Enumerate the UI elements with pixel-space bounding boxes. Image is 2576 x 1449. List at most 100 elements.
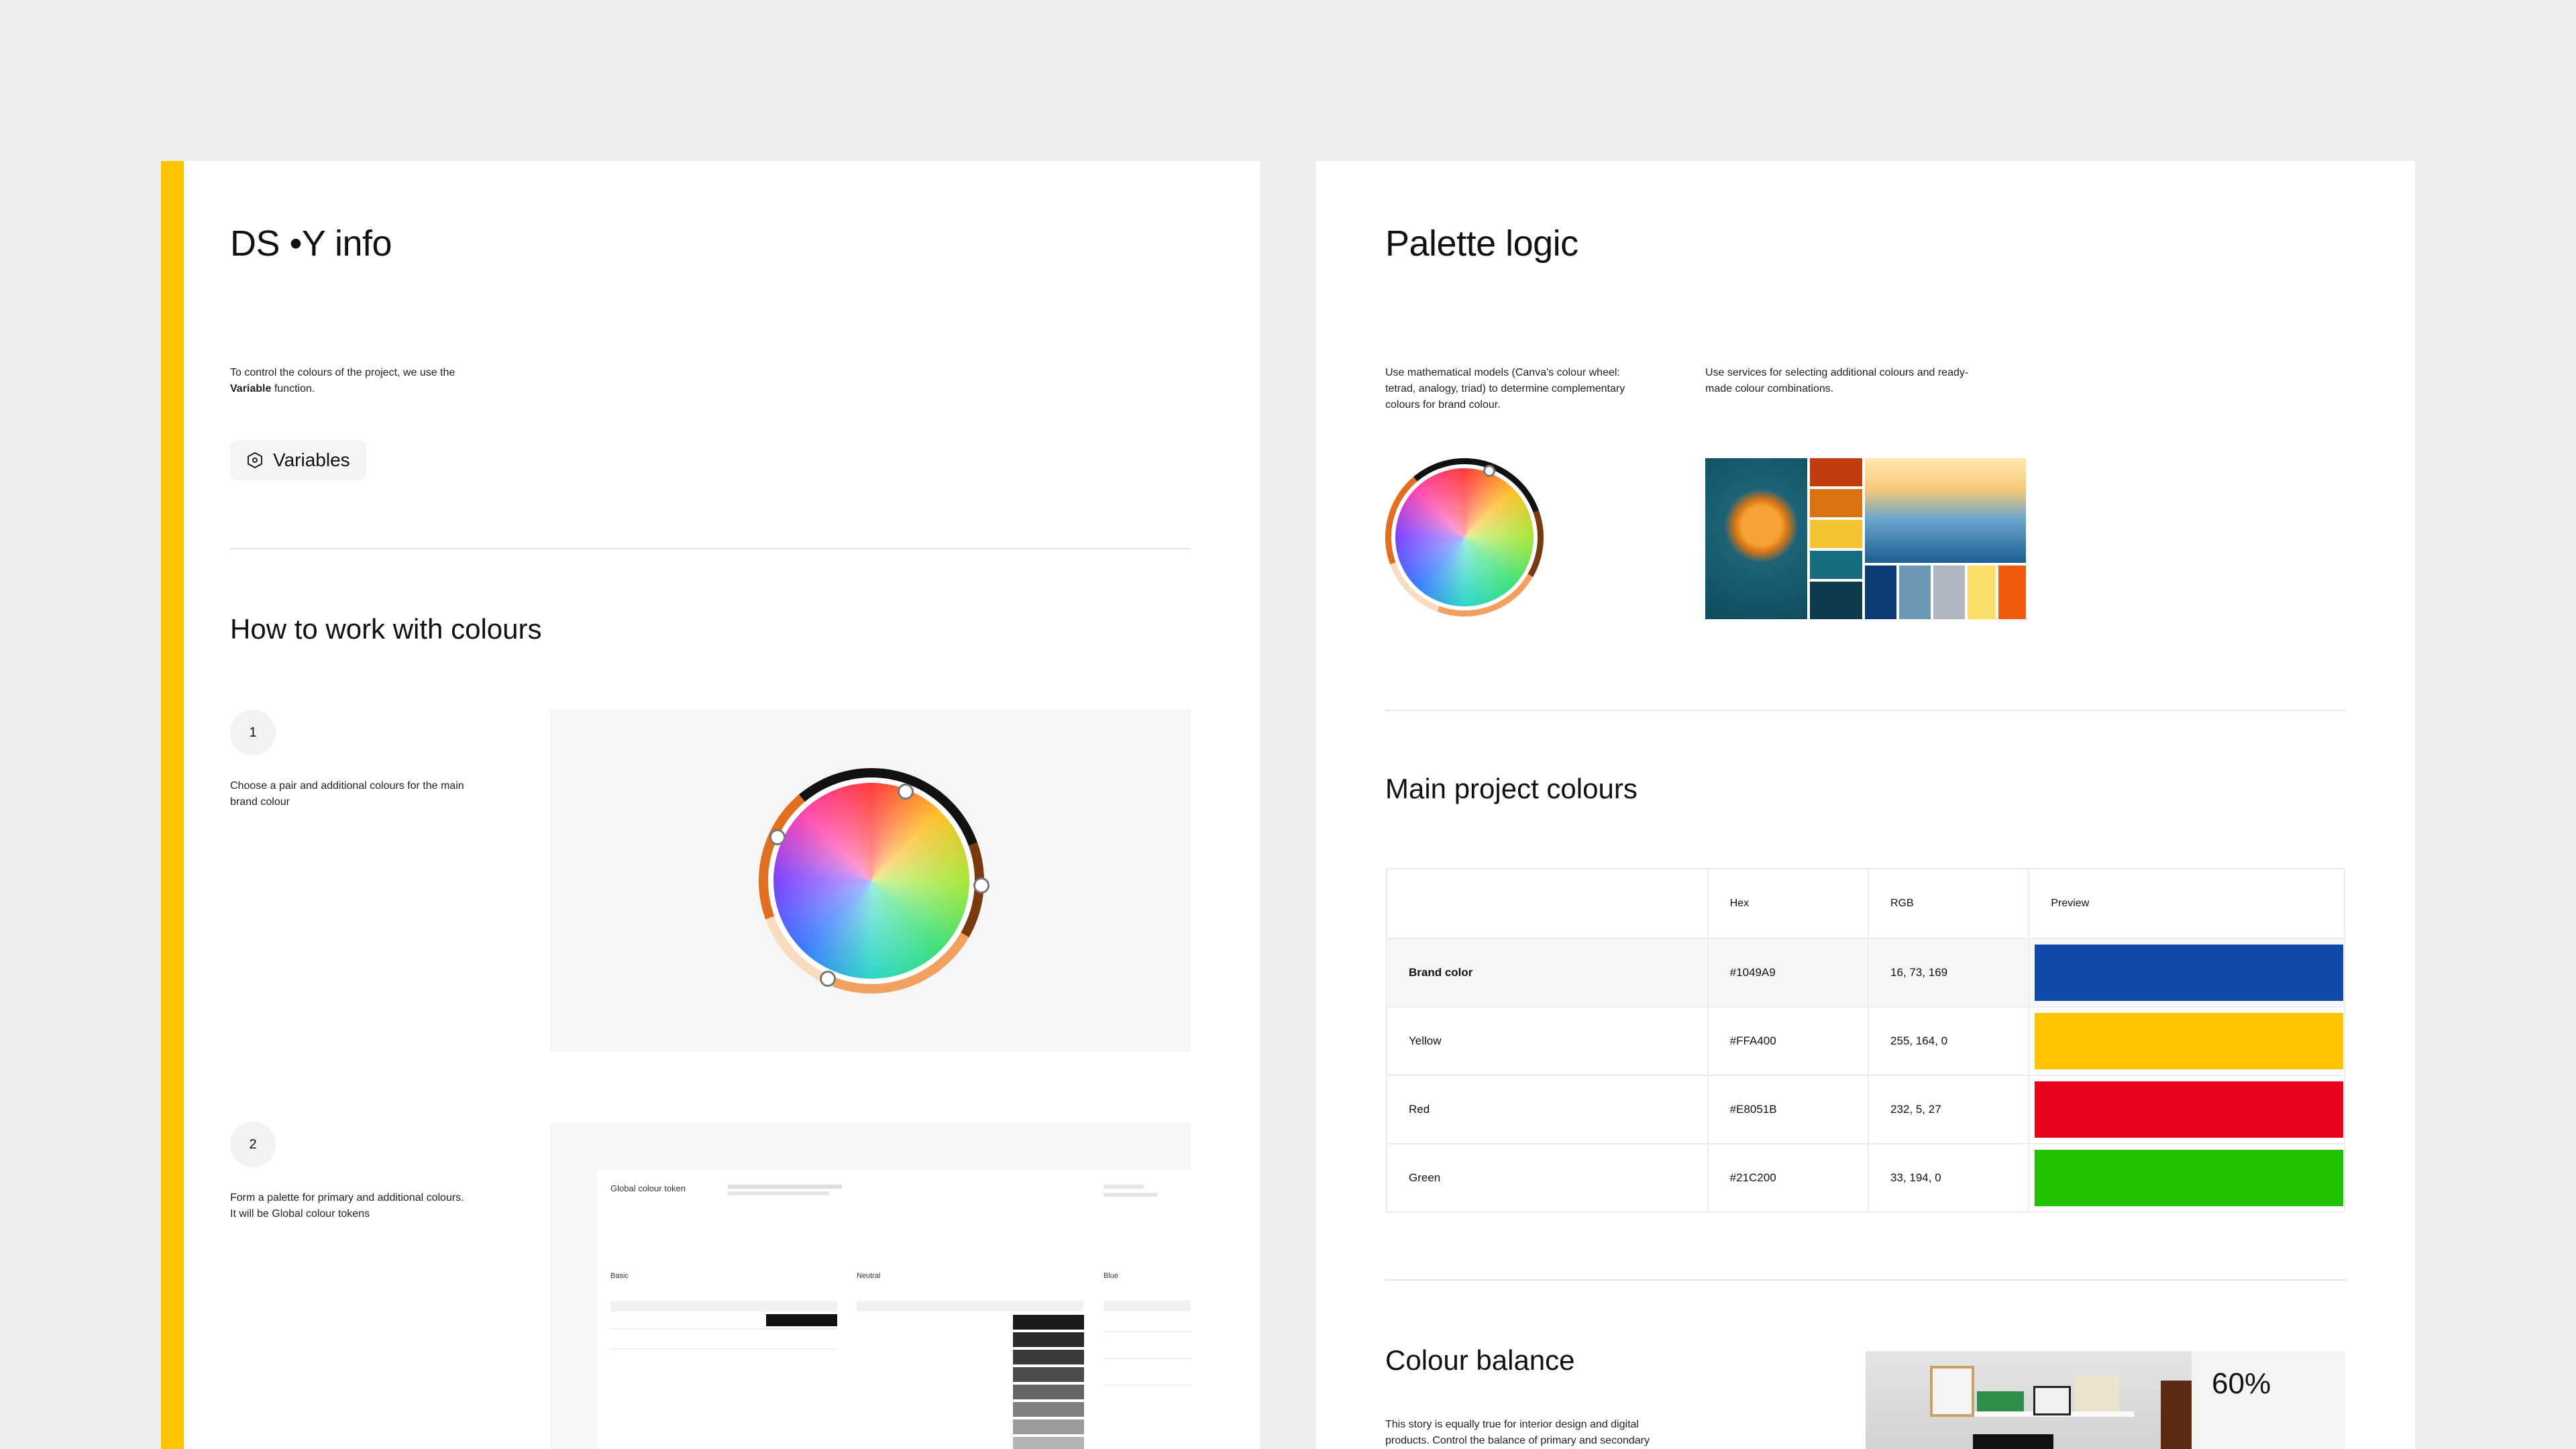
row-preview (2028, 1144, 2344, 1212)
wheel-handle[interactable] (769, 829, 786, 845)
swatch (1810, 458, 1862, 486)
table-header: Hex RGB Preview (1387, 869, 2344, 938)
balance-percentage: 60% (2212, 1367, 2271, 1400)
step-1-badge: 1 (230, 710, 276, 755)
wheel-center-glow (773, 783, 969, 979)
colour-wheel-card (550, 710, 1191, 1052)
intro-rest: function. (271, 383, 315, 394)
row-name: Brand color (1409, 966, 1473, 979)
row-name: Yellow (1409, 1034, 1442, 1047)
step-2-text: Form a palette for primary and additiona… (230, 1190, 539, 1222)
palette-text-a-line: Use mathematical models (Canva's colour … (1385, 367, 1620, 378)
colour-swatch (2035, 1081, 2344, 1138)
intro-text: To control the colours of the project, w… (230, 365, 539, 397)
interior-image (1866, 1351, 2192, 1449)
table-row: Yellow #FFA400 255, 164, 0 (1387, 1006, 2344, 1075)
row-hex: #21C200 (1707, 1144, 1868, 1212)
intro-line-1: To control the colours of the project, w… (230, 367, 455, 378)
table-row: Brand color #1049A9 16, 73, 169 (1387, 938, 2344, 1006)
swatch (1013, 1350, 1084, 1364)
table-row: Red #E8051B 232, 5, 27 (1387, 1075, 2344, 1143)
token-preview-card: Global colour token Basic Neutral Blue (550, 1123, 1191, 1449)
row-rgb: 16, 73, 169 (1868, 939, 2028, 1006)
table-row (1104, 1331, 1191, 1332)
divider (230, 548, 1191, 549)
row-preview (2028, 1076, 2344, 1143)
colour-swatch (2035, 1013, 2344, 1069)
palette-text-b: Use services for selecting additional co… (1705, 365, 2014, 397)
table-row (610, 1348, 837, 1350)
swatch (1810, 551, 1862, 579)
furniture (1973, 1434, 2053, 1449)
placeholder-line (728, 1185, 842, 1189)
panel-title: DS •Y info (230, 223, 392, 264)
balance-title: Colour balance (1385, 1344, 1575, 1376)
palette-collage (1705, 458, 2026, 619)
frame (1930, 1366, 1974, 1417)
col-neutral: Neutral (857, 1272, 881, 1280)
swatch (1013, 1367, 1084, 1382)
row-rgb: 255, 164, 0 (1868, 1008, 2028, 1075)
placeholder-line (728, 1191, 828, 1195)
header-rgb: RGB (1867, 869, 2028, 938)
swatch (1810, 582, 1862, 619)
balance-text: This story is equally true for interior … (1385, 1417, 1721, 1449)
row-name: Green (1409, 1171, 1441, 1184)
table-row (1104, 1301, 1191, 1311)
flower-image (1705, 458, 1807, 619)
step-2-line-2: It will be Global colour tokens (230, 1208, 370, 1220)
step-2-line-1: Form a palette for primary and additiona… (230, 1192, 464, 1203)
frame (2075, 1375, 2119, 1411)
main-colours-title: Main project colours (1385, 773, 1638, 804)
swatch (1013, 1419, 1084, 1434)
step-2-badge: 2 (230, 1122, 276, 1167)
balance-line: products. Control the balance of primary… (1385, 1435, 1650, 1446)
small-wheel-glow (1395, 468, 1534, 606)
intro-bold: Variable (230, 383, 272, 394)
swatch (1810, 489, 1862, 517)
placeholder-line (1104, 1193, 1157, 1197)
swatch (1933, 566, 1965, 619)
swatch (1013, 1437, 1084, 1449)
palette-text-a-line: tetrad, analogy, triad) to determine com… (1385, 383, 1625, 394)
section-title: How to work with colours (230, 613, 542, 645)
accent-bar (161, 161, 184, 1449)
colour-swatch (2035, 1150, 2344, 1206)
ds-info-panel: DS •Y info To control the colours of the… (161, 161, 1260, 1449)
variables-button[interactable]: Variables (230, 440, 366, 480)
table-row (857, 1301, 1083, 1311)
wheel-handle (1483, 465, 1495, 477)
swatch (1013, 1315, 1084, 1330)
wheel-handle[interactable] (898, 784, 914, 800)
table-row (1104, 1385, 1191, 1386)
variables-label: Variables (273, 449, 350, 470)
swatch (1013, 1332, 1084, 1347)
row-hex: #E8051B (1707, 1076, 1868, 1143)
placeholder-line (1104, 1185, 1144, 1189)
header-name (1387, 869, 1707, 938)
table-row (610, 1328, 837, 1330)
balance-line: This story is equally true for interior … (1385, 1419, 1639, 1430)
palette-logic-panel: Palette logic Use mathematical models (C… (1316, 161, 2415, 1449)
wheel-handle[interactable] (973, 877, 989, 894)
row-preview (2028, 939, 2344, 1006)
palette-text-b-line: made colour combinations. (1705, 383, 1834, 394)
row-rgb: 33, 194, 0 (1868, 1144, 2028, 1212)
table-row (610, 1301, 837, 1311)
header-hex: Hex (1707, 869, 1868, 938)
swatch (1899, 566, 1931, 619)
wheel-handle[interactable] (820, 971, 836, 987)
divider (1385, 1279, 2346, 1281)
palette-title: Palette logic (1385, 223, 1578, 264)
frame (1977, 1391, 2024, 1411)
palette-text-b-line: Use services for selecting additional co… (1705, 367, 1969, 378)
swatch (1013, 1385, 1084, 1399)
col-blue: Blue (1104, 1272, 1119, 1280)
table-row: Green #21C200 33, 194, 0 (1387, 1143, 2344, 1212)
divider (1385, 710, 2346, 711)
header-preview: Preview (2028, 869, 2344, 938)
row-name: Red (1409, 1103, 1430, 1116)
palette-text-a: Use mathematical models (Canva's colour … (1385, 365, 1680, 413)
token-sheet: Global colour token Basic Neutral Blue (597, 1170, 1191, 1449)
variables-icon (248, 451, 262, 469)
